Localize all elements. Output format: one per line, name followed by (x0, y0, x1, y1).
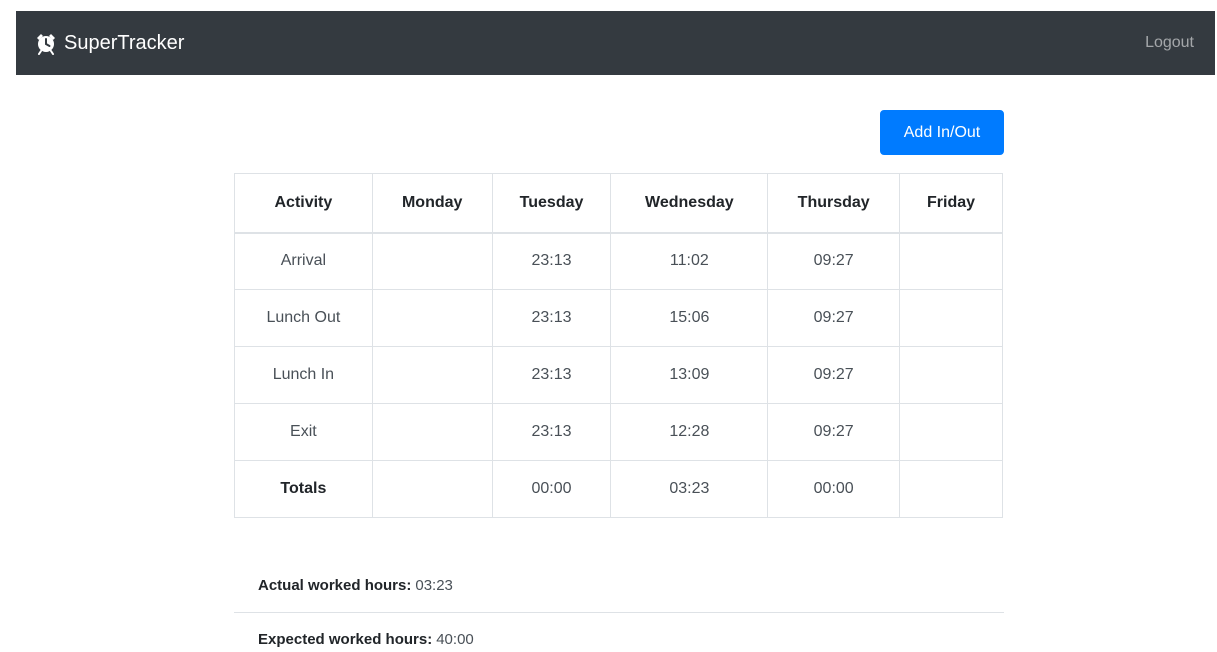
table-cell (899, 232, 1003, 290)
brand-link[interactable]: SuperTracker (34, 31, 184, 55)
expected-hours-line: Expected worked hours: 40:00 (234, 612, 1004, 652)
table-cell (371, 346, 493, 404)
table-cell (371, 232, 493, 290)
expected-hours-label: Expected worked hours: (258, 631, 433, 648)
brand-name: SuperTracker (64, 31, 185, 54)
table-cell: 23:13 (491, 346, 612, 404)
header-monday: Monday (371, 173, 493, 234)
table-cell: 09:27 (767, 346, 901, 404)
table-cell: 00:00 (767, 460, 901, 518)
table-cell: 09:27 (767, 403, 901, 461)
table-row: Exit 23:13 12:28 09:27 (234, 403, 1003, 461)
table-cell: 12:28 (610, 403, 769, 461)
hours-summary: Actual worked hours: 03:23 Expected work… (234, 558, 1004, 652)
actual-hours-value: 03:23 (415, 576, 453, 594)
row-label: Arrival (234, 232, 373, 290)
table-cell (371, 460, 493, 518)
header-thursday: Thursday (767, 173, 901, 234)
table-cell (371, 289, 493, 347)
time-tracking-table: Activity Monday Tuesday Wednesday Thursd… (234, 173, 1003, 518)
table-row: Lunch Out 23:13 15:06 09:27 (234, 289, 1003, 347)
table-cell: 15:06 (610, 289, 769, 347)
table-cell (899, 460, 1003, 518)
table-cell: 23:13 (491, 289, 612, 347)
header-friday: Friday (899, 173, 1003, 234)
alarm-clock-icon (37, 34, 55, 55)
table-header-row: Activity Monday Tuesday Wednesday Thursd… (234, 173, 1003, 234)
table-row: Arrival 23:13 11:02 09:27 (234, 232, 1003, 290)
actual-hours-label: Actual worked hours: (258, 576, 412, 594)
logout-link[interactable]: Logout (1145, 34, 1194, 52)
table-cell: 23:13 (491, 232, 612, 290)
table-cell: 03:23 (610, 460, 769, 518)
row-label: Lunch Out (234, 289, 373, 347)
table-cell: 00:00 (491, 460, 612, 518)
table-cell: 09:27 (767, 232, 901, 290)
table-cell: 23:13 (491, 403, 612, 461)
totals-label: Totals (234, 460, 373, 518)
table-cell (371, 403, 493, 461)
table-cell: 13:09 (610, 346, 769, 404)
header-activity: Activity (234, 173, 373, 234)
table-row: Lunch In 23:13 13:09 09:27 (234, 346, 1003, 404)
table-cell (899, 289, 1003, 347)
header-wednesday: Wednesday (610, 173, 769, 234)
add-in-out-button[interactable]: Add In/Out (880, 110, 1004, 155)
actual-hours-line: Actual worked hours: 03:23 (234, 558, 1004, 612)
expected-hours-value: 40:00 (436, 631, 474, 648)
table-cell: 09:27 (767, 289, 901, 347)
navbar: SuperTracker Logout (16, 11, 1215, 75)
table-cell: 11:02 (610, 232, 769, 290)
header-tuesday: Tuesday (491, 173, 612, 234)
row-label: Exit (234, 403, 373, 461)
table-cell (899, 346, 1003, 404)
totals-row: Totals 00:00 03:23 00:00 (234, 460, 1003, 518)
row-label: Lunch In (234, 346, 373, 404)
table-cell (899, 403, 1003, 461)
